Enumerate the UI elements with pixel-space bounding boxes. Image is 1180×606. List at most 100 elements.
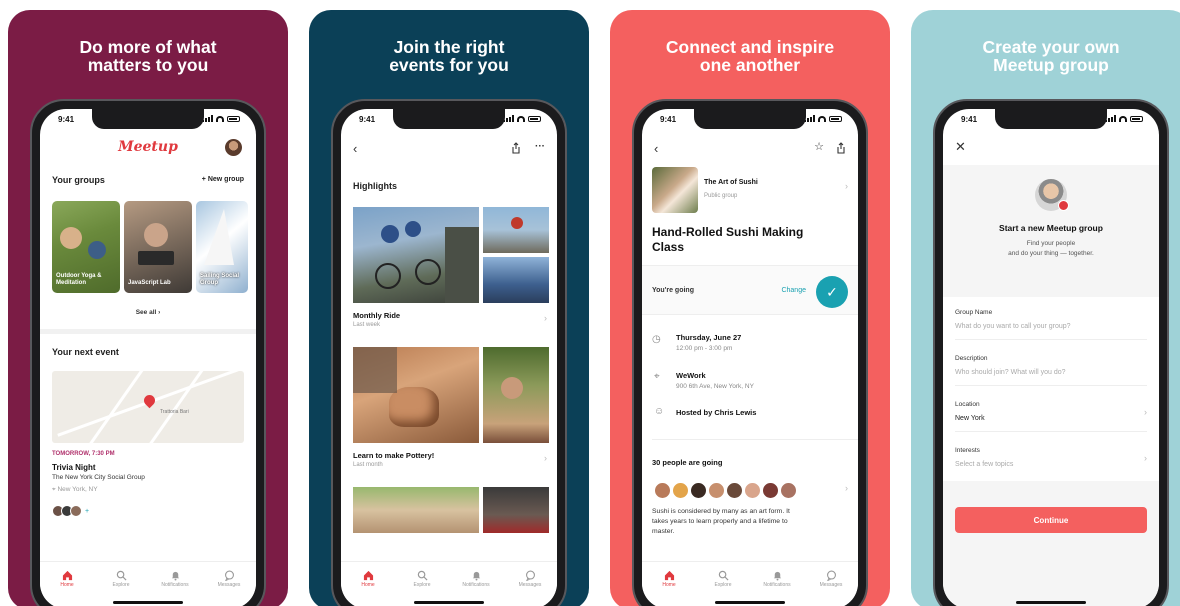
phone-screen: 9:41 ✕ Start a new Meetup group Find you… [943,109,1159,606]
home-indicator [1016,601,1086,604]
message-icon [510,568,550,582]
location-pin-icon: ⌖ [52,486,56,493]
notch [92,109,204,129]
tab-label: Home [361,582,375,588]
event-date: Thursday, June 27 [676,333,742,342]
continue-button[interactable]: Continue [955,507,1147,533]
group-card[interactable]: JavaScript Lab [124,201,192,293]
profile-avatar[interactable] [225,139,242,156]
change-rsvp-link[interactable]: Change [781,287,806,294]
event-title: Hand-Rolled Sushi Making Class [652,225,803,255]
tab-home[interactable]: Home [348,568,388,606]
chevron-right-icon: › [544,313,547,323]
group-card[interactable]: Sailing Social Group [196,201,248,293]
highlight-title[interactable]: Monthly Ride [353,311,400,320]
attendee-avatar [672,482,689,499]
rsvp-check-button[interactable]: ✓ [816,276,848,308]
attendee-count[interactable]: 30 people are going [652,458,722,467]
phone-screen: 9:41 ‹ ☆ The Art of Sushi Public group ›… [642,109,858,606]
chevron-right-icon: › [1144,407,1147,417]
ride-photo-small[interactable] [483,207,549,253]
back-icon[interactable]: ‹ [353,141,357,156]
group-photo-person [144,223,168,247]
subtitle-line: and do your thing — together. [1008,250,1094,257]
add-badge-icon [1058,200,1069,211]
group-photo-small[interactable] [483,487,549,533]
event-name[interactable]: Trivia Night [52,463,96,472]
promo-panel-create-group: Create your own Meetup group 9:41 ✕ Star… [911,10,1180,606]
phone-frame: 9:41 ‹ ··· Highlights Monthly Ride Last … [331,99,567,606]
location-select[interactable]: New York [955,415,985,422]
bike-wheel [375,263,401,289]
more-icon[interactable]: ··· [535,141,545,152]
event-time: 12:00 pm - 3:00 pm [676,345,733,352]
map-pin-icon [141,392,158,409]
share-icon[interactable] [511,141,521,159]
bell-icon [757,568,797,582]
location-pin-icon: ⌖ [654,371,660,382]
description-input[interactable]: Who should join? What will you do? [955,369,1066,376]
subtitle-line: Find your people [1026,240,1076,247]
attendee-avatars: + [52,505,89,517]
event-location-text: New York, NY [57,486,98,493]
home-indicator [715,601,785,604]
event-location: ⌖ New York, NY [52,486,98,494]
pottery-photo-main[interactable] [353,347,479,443]
highlight-title[interactable]: Learn to make Pottery! [353,451,434,460]
interests-label: Interests [955,447,980,454]
group-card-label: Sailing Social Group [200,273,240,286]
close-icon[interactable]: ✕ [955,139,966,155]
see-all-link[interactable]: See all › [40,309,256,316]
field-divider [955,339,1147,340]
event-title-line: Class [652,240,685,254]
group-card[interactable]: Outdoor Yoga & Meditation [52,201,120,293]
location-label: Location [955,401,980,408]
interests-select[interactable]: Select a few topics [955,461,1013,468]
tab-home[interactable]: Home [649,568,689,606]
event-venue[interactable]: WeWork [676,371,706,380]
group-name[interactable]: The Art of Sushi [704,179,758,186]
description-line: master. [652,528,675,535]
tab-label: Messages [819,582,843,588]
attendee-avatars[interactable] [654,482,797,499]
group-name-input[interactable]: What do you want to call your group? [955,323,1071,330]
event-host[interactable]: Hosted by Chris Lewis [676,408,756,417]
tab-messages[interactable]: Messages [209,568,249,606]
star-icon[interactable]: ☆ [814,140,824,153]
tab-messages[interactable]: Messages [510,568,550,606]
organizer-avatar [1035,179,1069,211]
attendee-avatar [70,505,82,517]
wifi-icon [517,115,525,122]
group-thumbnail[interactable] [652,167,698,213]
back-icon[interactable]: ‹ [654,141,658,156]
tab-messages[interactable]: Messages [811,568,851,606]
tab-label: Explore [112,582,130,588]
tab-home[interactable]: Home [47,568,87,606]
attendee-avatar [654,482,671,499]
event-map[interactable]: Trattoria Bari [52,371,244,443]
map-road [143,371,204,443]
ride-group-photo[interactable] [483,257,549,303]
phone-frame: 9:41 ‹ ☆ The Art of Sushi Public group ›… [632,99,868,606]
tab-label: Explore [714,582,732,588]
going-label: You're going [652,287,694,294]
group-photo-laptop [138,251,174,265]
section-divider [40,329,256,334]
field-divider [955,431,1147,432]
start-group-title: Start a new Meetup group [999,223,1103,233]
group-photo[interactable] [353,487,479,533]
message-icon [209,568,249,582]
promo-panel-connect: Connect and inspire one another 9:41 ‹ ☆… [610,10,890,606]
pottery-photo-small[interactable] [483,347,549,443]
share-icon[interactable] [836,141,846,159]
battery-icon [528,115,541,122]
home-icon [47,568,87,582]
next-event-title: Your next event [52,347,119,357]
new-group-button[interactable]: + New group [202,176,244,183]
cyclist-figure [511,217,523,229]
chevron-right-icon: › [1144,453,1147,463]
wifi-icon [818,115,826,122]
ride-photo-main[interactable] [353,207,479,303]
battery-icon [1130,115,1143,122]
start-group-subtitle: Find your people and do your thing — tog… [943,239,1159,259]
